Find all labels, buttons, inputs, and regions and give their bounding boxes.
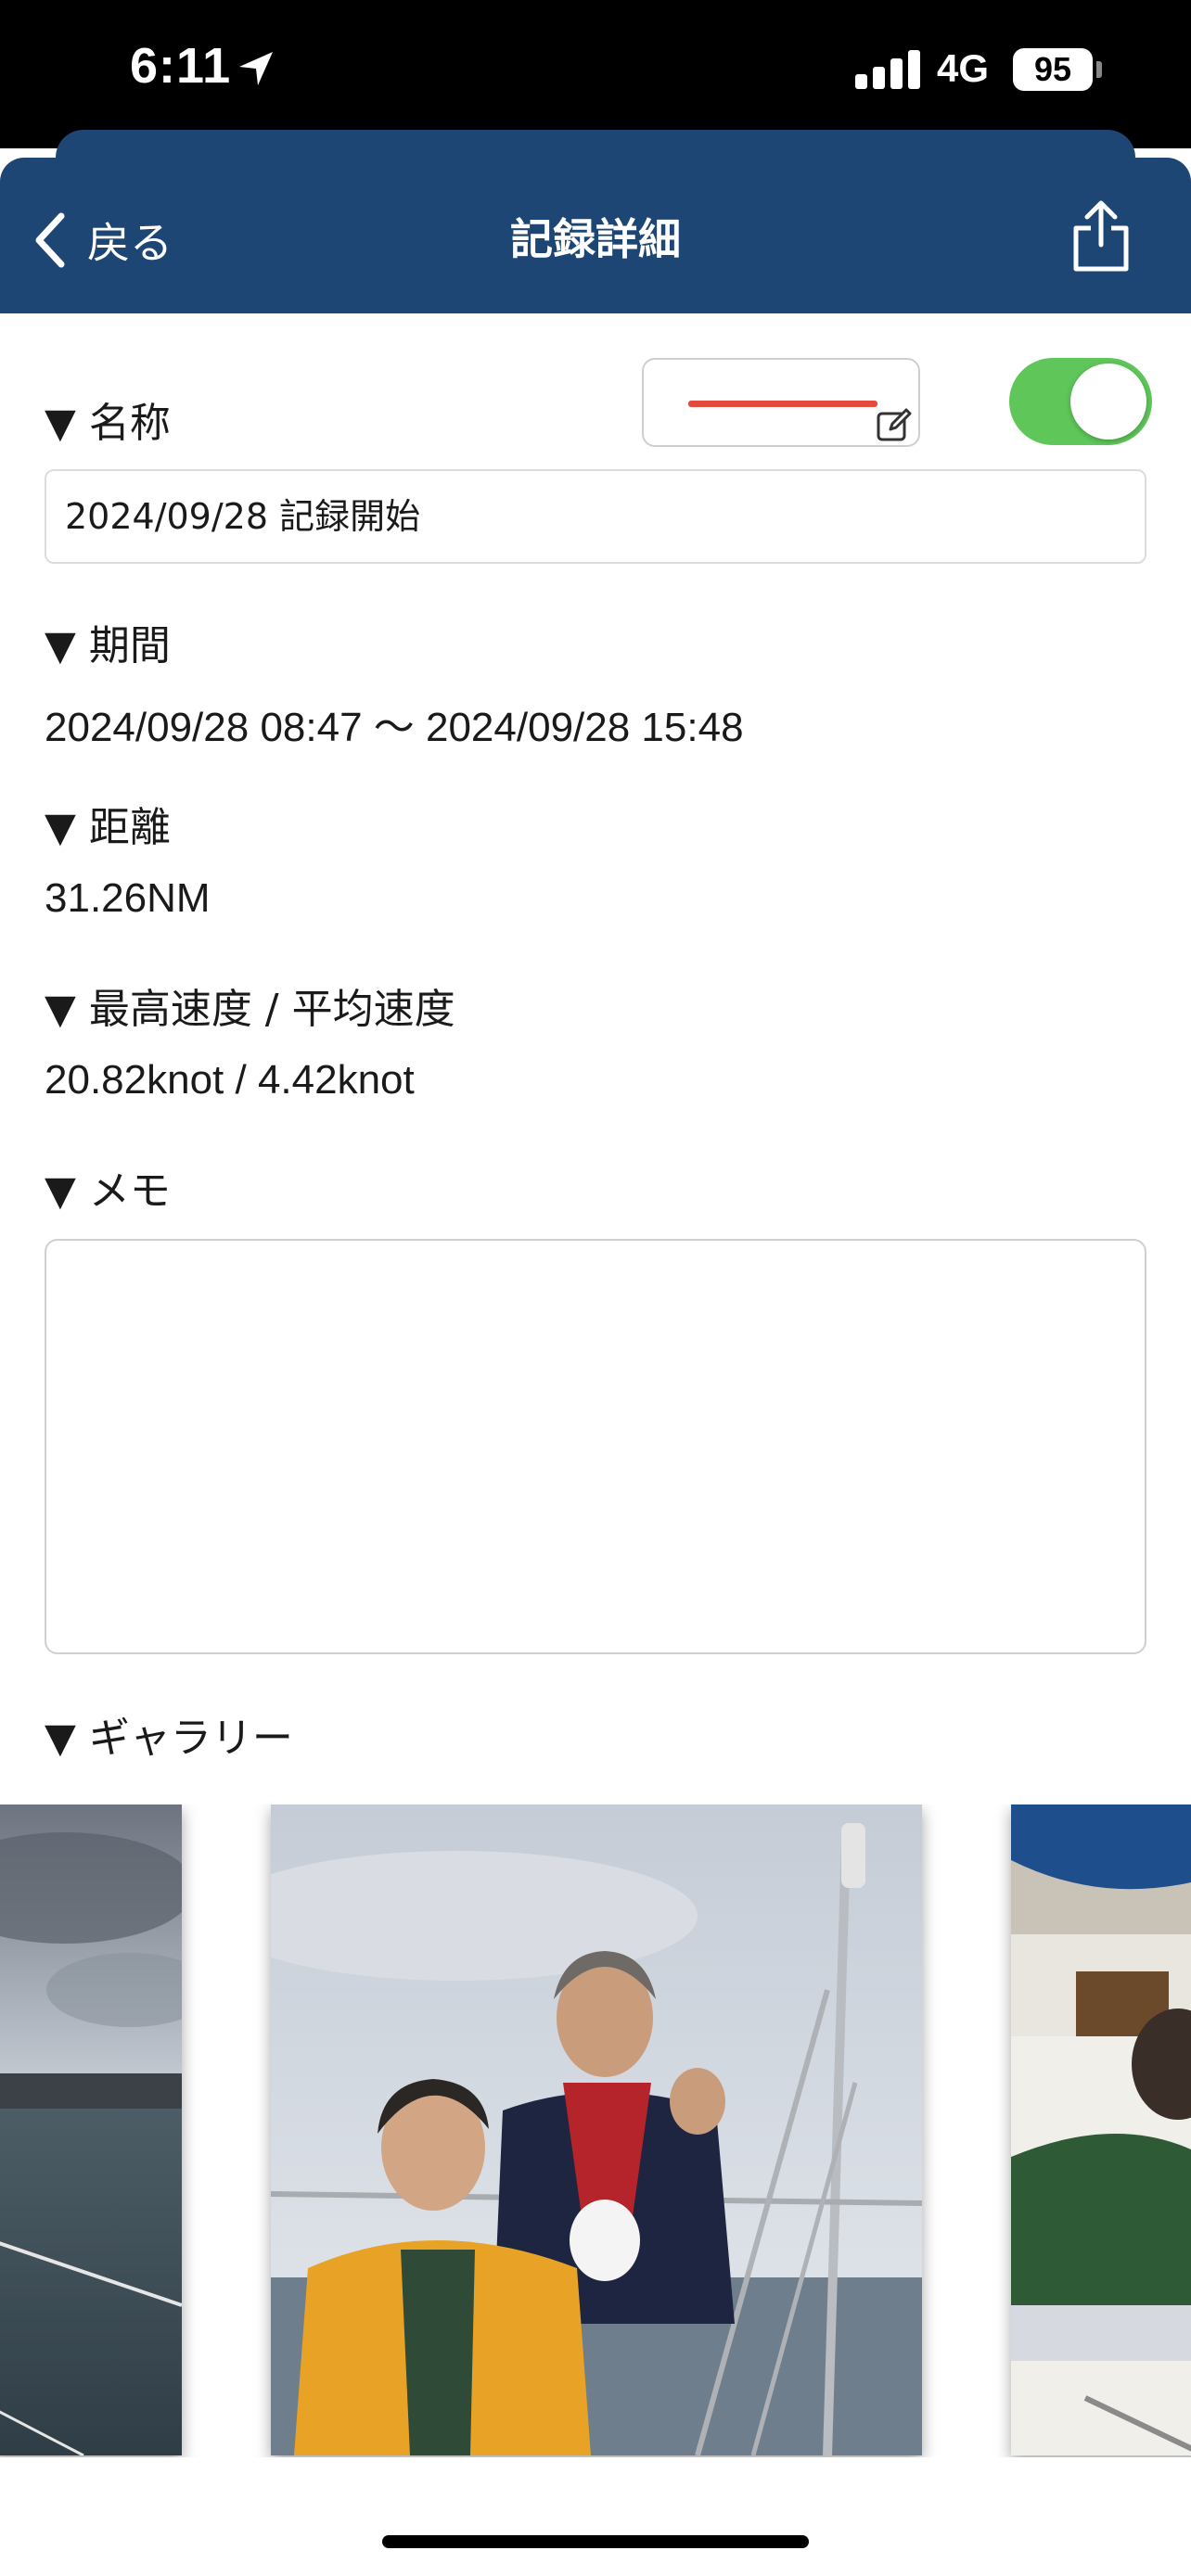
home-indicator [382,2535,809,2548]
period-section-label: ▼ 期間 [45,622,171,670]
toggle-knob [1070,363,1146,440]
location-arrow-icon [239,52,273,85]
visibility-toggle[interactable] [1009,358,1152,445]
battery-tip [1096,61,1102,78]
gallery-photo-harbor[interactable] [0,1804,182,2455]
track-color-line [688,401,877,407]
cellular-signal-icon [855,48,920,89]
memo-section-label: ▼ メモ [45,1167,171,1215]
distance-value: 31.26NM [45,875,211,921]
edit-icon [877,408,912,441]
deck-photo-image [1011,1804,1191,2455]
crew-photo-image [271,1804,922,2455]
gallery-photo-deck[interactable] [1011,1804,1191,2455]
name-section-label: ▼ 名称 [45,400,171,447]
distance-section-label: ▼ 距離 [45,804,171,851]
share-icon[interactable] [1069,198,1133,273]
name-field[interactable]: 2024/09/28 記録開始 [45,469,1146,564]
navigation-bar: 戻る 記録詳細 [0,158,1191,313]
harbor-photo-image [0,1804,182,2455]
track-color-button[interactable] [642,358,920,447]
photo-gallery[interactable] [0,1804,1191,2457]
status-bar: 6:11 4G 95 [0,0,1191,148]
period-value: 2024/09/28 08:47 〜 2024/09/28 15:48 [45,705,744,750]
status-time: 6:11 [130,38,232,94]
speed-value: 20.82knot / 4.42knot [45,1057,415,1103]
page-title: 記録詳細 [510,214,681,264]
gallery-photo-crew[interactable] [271,1804,922,2455]
gallery-section-label: ▼ ギャラリー [45,1715,293,1762]
network-type: 4G [937,46,990,90]
battery-icon: 95 [1013,48,1093,91]
speed-section-label: ▼ 最高速度 / 平均速度 [45,986,455,1033]
memo-textarea[interactable] [45,1239,1146,1654]
